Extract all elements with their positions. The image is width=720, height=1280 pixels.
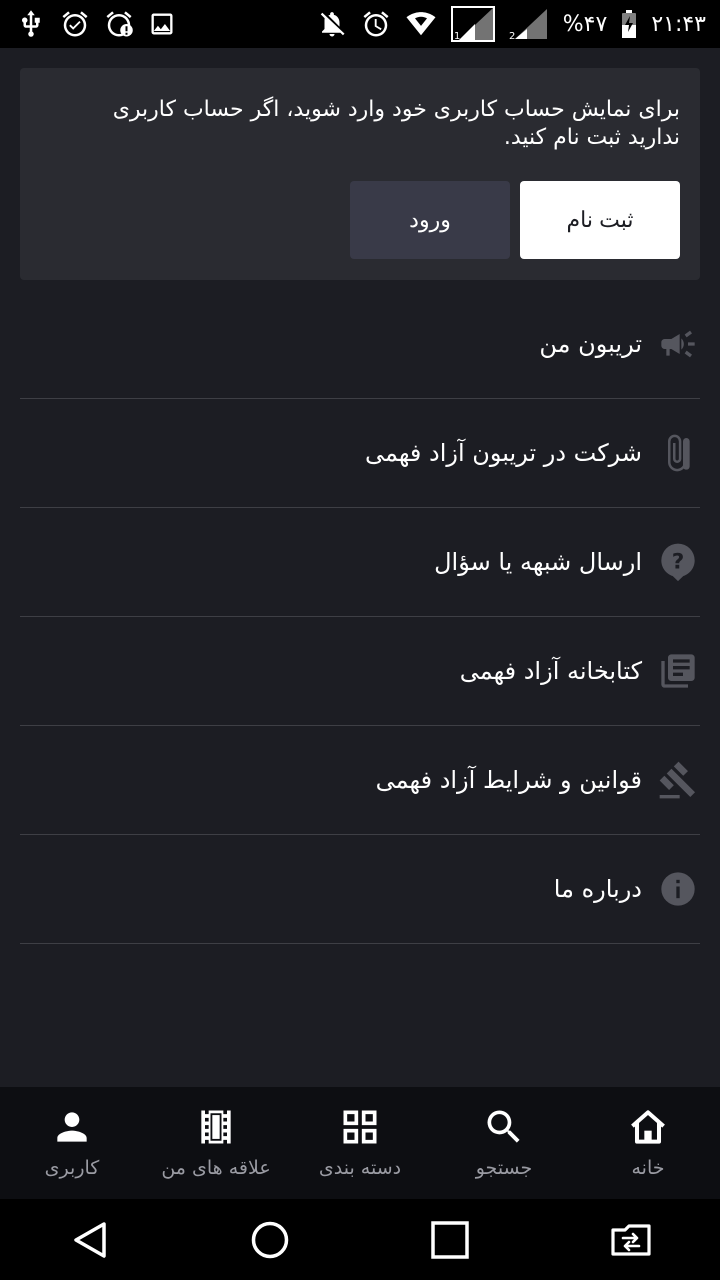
nav-item-favorites[interactable]: علاقه های من [144, 1087, 288, 1199]
svg-text:?: ? [672, 550, 685, 575]
menu-item-label: کتابخانه آزاد فهمی [459, 657, 642, 685]
nav-label: دسته بندی [318, 1157, 402, 1179]
menu-item-label: درباره ما [553, 875, 642, 903]
film-icon [194, 1105, 238, 1149]
nav-label: جستجو [475, 1157, 533, 1179]
menu-item-library[interactable]: کتابخانه آزاد فهمی [20, 617, 700, 726]
nav-item-search[interactable]: جستجو [432, 1087, 576, 1199]
gavel-icon [658, 760, 698, 800]
usb-icon [16, 9, 46, 39]
image-icon [148, 10, 176, 38]
menu-item-label: تریبون من [539, 330, 642, 358]
menu-item-about[interactable]: درباره ما [20, 835, 700, 944]
grid-icon [338, 1105, 382, 1149]
recents-icon[interactable] [410, 1210, 490, 1270]
svg-text:2: 2 [509, 31, 515, 41]
svg-text:1: 1 [454, 31, 460, 42]
status-right-icons: 1 2 %۴۷ ۲۱:۴۳ [317, 6, 706, 42]
account-menu: تریبون من شرکت در تریبون آزاد فهمی ارسال… [20, 290, 700, 944]
signal-sim2-icon: 2 [509, 7, 549, 41]
nav-item-home[interactable]: خانه [576, 1087, 720, 1199]
status-left-icons [16, 9, 176, 39]
library-icon [658, 651, 698, 691]
back-icon[interactable] [50, 1210, 130, 1270]
alarm-icon [361, 9, 391, 39]
menu-item-send-question[interactable]: ارسال شبهه یا سؤال ? [20, 508, 700, 617]
search-icon [482, 1105, 526, 1149]
menu-item-label: ارسال شبهه یا سؤال [434, 548, 642, 576]
login-message: برای نمایش حساب کاربری خود وارد شوید، اگ… [112, 97, 680, 150]
menu-item-terms[interactable]: قوانین و شرایط آزاد فهمی [20, 726, 700, 835]
login-button[interactable]: ورود [350, 181, 510, 259]
menu-item-join-tribune[interactable]: شرکت در تریبون آزاد فهمی [20, 399, 700, 508]
signal-sim1-icon: 1 [450, 6, 495, 42]
nav-label: علاقه های من [161, 1157, 271, 1179]
nav-label: کاربری [44, 1157, 100, 1179]
person-icon [50, 1105, 94, 1149]
system-navigation-bar [0, 1199, 720, 1280]
clock: ۲۱:۴۳ [651, 11, 706, 37]
nav-item-account[interactable]: کاربری [0, 1087, 144, 1199]
nav-item-categories[interactable]: دسته بندی [288, 1087, 432, 1199]
status-bar: 1 2 %۴۷ ۲۱:۴۳ [0, 0, 720, 48]
question-icon: ? [658, 542, 698, 582]
home-icon [626, 1105, 670, 1149]
login-card: برای نمایش حساب کاربری خود وارد شوید، اگ… [20, 68, 700, 280]
switch-sim-icon[interactable] [590, 1210, 670, 1270]
info-icon [658, 869, 698, 909]
megaphone-icon [658, 324, 698, 364]
attachment-icon [658, 433, 698, 473]
bottom-navigation: خانه جستجو دسته بندی علاقه های من کاربری [0, 1087, 720, 1199]
wifi-icon [405, 9, 437, 39]
nav-label: خانه [631, 1157, 665, 1179]
home-circle-icon[interactable] [230, 1210, 310, 1270]
battery-icon [621, 10, 637, 38]
alarm-alert-icon [104, 9, 134, 39]
battery-percent: %۴۷ [562, 11, 608, 37]
alarm-check-icon [60, 9, 90, 39]
menu-item-my-tribune[interactable]: تریبون من [20, 290, 700, 399]
menu-item-label: قوانین و شرایط آزاد فهمی [375, 766, 642, 794]
register-button[interactable]: ثبت نام [520, 181, 680, 259]
mute-icon [317, 9, 347, 39]
menu-item-label: شرکت در تریبون آزاد فهمی [364, 439, 642, 467]
